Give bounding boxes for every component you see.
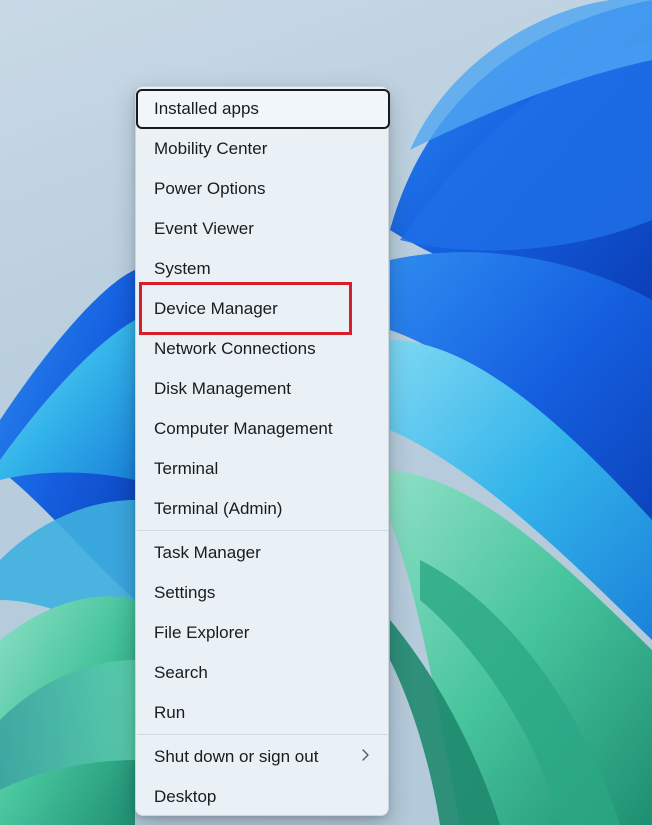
menu-item-label: Power Options [154,179,266,198]
menu-item-run[interactable]: Run [136,693,390,733]
menu-item-settings[interactable]: Settings [136,573,390,613]
menu-item-file-explorer[interactable]: File Explorer [136,613,390,653]
menu-item-label: Device Manager [154,299,278,318]
menu-item-system[interactable]: System [136,249,390,289]
menu-item-event-viewer[interactable]: Event Viewer [136,209,390,249]
menu-item-label: Event Viewer [154,219,254,238]
menu-item-terminal-admin[interactable]: Terminal (Admin) [136,489,390,529]
menu-item-disk-management[interactable]: Disk Management [136,369,390,409]
chevron-right-icon [362,749,369,761]
desktop[interactable]: Installed apps Mobility Center Power Opt… [0,0,652,825]
menu-item-label: Terminal [154,459,219,478]
menu-item-label: Disk Management [154,379,292,398]
menu-item-label: Search [154,663,208,682]
menu-item-network-connections[interactable]: Network Connections [136,329,390,369]
menu-item-mobility-center[interactable]: Mobility Center [136,129,390,169]
menu-item-installed-apps[interactable]: Installed apps [136,89,390,129]
menu-item-label: Run [154,703,186,722]
menu-item-label: File Explorer [154,623,250,642]
menu-item-terminal[interactable]: Terminal [136,449,390,489]
menu-item-label: Mobility Center [154,139,268,158]
menu-item-label: Installed apps [154,99,259,118]
menu-item-label: Desktop [154,787,217,806]
menu-item-device-manager[interactable]: Device Manager [136,289,390,329]
menu-item-desktop[interactable]: Desktop [136,777,390,817]
menu-item-shut-down-or-sign-out[interactable]: Shut down or sign out [136,737,390,777]
menu-item-label: Settings [154,583,216,602]
menu-item-label: Shut down or sign out [154,747,319,766]
menu-item-label: Computer Management [154,419,333,438]
menu-separator [137,734,389,735]
menu-item-label: Task Manager [154,543,261,562]
menu-item-computer-management[interactable]: Computer Management [136,409,390,449]
menu-item-task-manager[interactable]: Task Manager [136,533,390,573]
menu-item-label: Terminal (Admin) [154,499,283,518]
menu-item-power-options[interactable]: Power Options [136,169,390,209]
menu-item-search[interactable]: Search [136,653,390,693]
menu-item-label: Network Connections [154,339,316,358]
menu-separator [137,530,389,531]
winx-context-menu: Installed apps Mobility Center Power Opt… [135,86,390,817]
menu-item-label: System [154,259,211,278]
